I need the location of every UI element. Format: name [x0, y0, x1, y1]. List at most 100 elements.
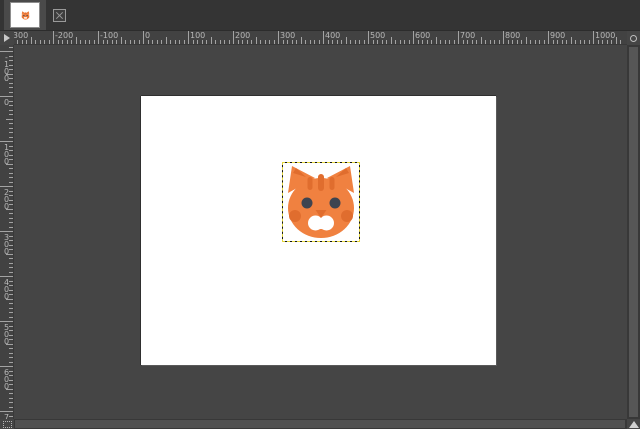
ruler-tick: [215, 40, 216, 44]
ruler-tick: [103, 40, 104, 44]
ruler-tick: [301, 37, 302, 44]
horizontal-scrollbar[interactable]: [14, 419, 627, 429]
ruler-tick: [503, 31, 504, 44]
ruler-tick: [548, 31, 549, 44]
ruler-tick: [134, 40, 135, 44]
ruler-tick: [472, 40, 473, 44]
ruler-tick: [17, 40, 18, 44]
ruler-tick: [71, 40, 72, 44]
ruler-tick: [260, 40, 261, 44]
cat-layer: [283, 163, 359, 241]
ruler-label: 400: [2, 278, 10, 299]
horizontal-scrollbar-thumb[interactable]: [15, 420, 625, 428]
ruler-tick: [598, 40, 599, 44]
ruler-tick: [98, 31, 99, 44]
ruler-tick: [350, 40, 351, 44]
horizontal-ruler[interactable]: -300-200-1000100200300400500600700800900…: [14, 31, 627, 45]
ruler-tick: [373, 40, 374, 44]
ruler-tick: [539, 40, 540, 44]
ruler-tick: [391, 37, 392, 44]
ruler-tick: [530, 40, 531, 44]
ruler-tick: [553, 40, 554, 44]
ruler-tick: [125, 40, 126, 44]
vertical-ruler[interactable]: -1000100200300400500600700: [0, 45, 14, 419]
ruler-tick: [188, 31, 189, 44]
ruler-tick: [0, 141, 13, 142]
ruler-tick: [607, 40, 608, 44]
ruler-tick: [341, 40, 342, 44]
ruler-tick: [305, 40, 306, 44]
ruler-tick: [9, 128, 13, 129]
ruler-label: 100: [2, 143, 10, 164]
vertical-scrollbar-thumb[interactable]: [629, 47, 638, 417]
ruler-tick: [6, 119, 13, 120]
ruler-tick: [9, 227, 13, 228]
ruler-tick: [229, 40, 230, 44]
ruler-tick: [9, 173, 13, 174]
gimp-image-window: -300-200-1000100200300400500600700800900…: [0, 0, 640, 429]
ruler-tick: [9, 357, 13, 358]
ruler-tick: [296, 40, 297, 44]
cat-thumbnail-icon: [21, 11, 30, 20]
navigation-button[interactable]: [627, 419, 640, 429]
ruler-tick: [130, 40, 131, 44]
ruler-tick: [332, 40, 333, 44]
ruler-tick: [319, 40, 320, 44]
ruler-tick: [9, 213, 13, 214]
ruler-tick: [0, 411, 13, 412]
ruler-tick: [22, 40, 23, 44]
ruler-tick: [184, 40, 185, 44]
canvas-scroll-area: [14, 45, 627, 419]
ruler-tick: [458, 31, 459, 44]
zoom-follow-window-button[interactable]: [627, 31, 640, 45]
ruler-tick: [287, 40, 288, 44]
ruler-label: 0: [145, 32, 150, 40]
image-menu-button[interactable]: [0, 31, 14, 45]
circle-icon: [630, 35, 637, 42]
ruler-tick: [35, 40, 36, 44]
ruler-tick: [157, 40, 158, 44]
ruler-tick: [6, 209, 13, 210]
ruler-label: 700: [460, 32, 475, 40]
ruler-tick: [418, 40, 419, 44]
ruler-tick: [9, 222, 13, 223]
ruler-label: 500: [370, 32, 385, 40]
ruler-tick: [517, 40, 518, 44]
ruler-tick: [413, 31, 414, 44]
ruler-tick: [148, 40, 149, 44]
ruler-tick: [9, 407, 13, 408]
ruler-tick: [256, 37, 257, 44]
image-tab-placeholder[interactable]: [46, 0, 72, 30]
ruler-tick: [53, 31, 54, 44]
ruler-tick: [449, 40, 450, 44]
ruler-tick: [9, 83, 13, 84]
ruler-label: 300: [2, 233, 10, 254]
image-tab-cat[interactable]: [4, 0, 46, 30]
ruler-tick: [202, 40, 203, 44]
ruler-tick: [508, 40, 509, 44]
ruler-tick: [602, 40, 603, 44]
ruler-tick: [26, 40, 27, 44]
ruler-tick: [58, 40, 59, 44]
ruler-tick: [247, 40, 248, 44]
ruler-tick: [368, 31, 369, 44]
x-placeholder-icon: [53, 9, 66, 22]
ruler-tick: [589, 40, 590, 44]
ruler-tick: [44, 40, 45, 44]
ruler-tick: [0, 186, 13, 187]
ruler-tick: [436, 37, 437, 44]
ruler-tick: [6, 389, 13, 390]
ruler-tick: [116, 40, 117, 44]
quick-mask-button[interactable]: [0, 419, 14, 429]
ruler-tick: [242, 40, 243, 44]
ruler-tick: [9, 267, 13, 268]
ruler-tick: [535, 40, 536, 44]
ruler-tick: [9, 177, 13, 178]
ruler-tick: [431, 40, 432, 44]
ruler-tick: [616, 37, 617, 44]
vertical-scrollbar[interactable]: [627, 45, 640, 419]
ruler-tick: [265, 40, 266, 44]
ruler-tick: [0, 276, 13, 277]
image-canvas[interactable]: [141, 96, 496, 365]
ruler-tick: [9, 92, 13, 93]
